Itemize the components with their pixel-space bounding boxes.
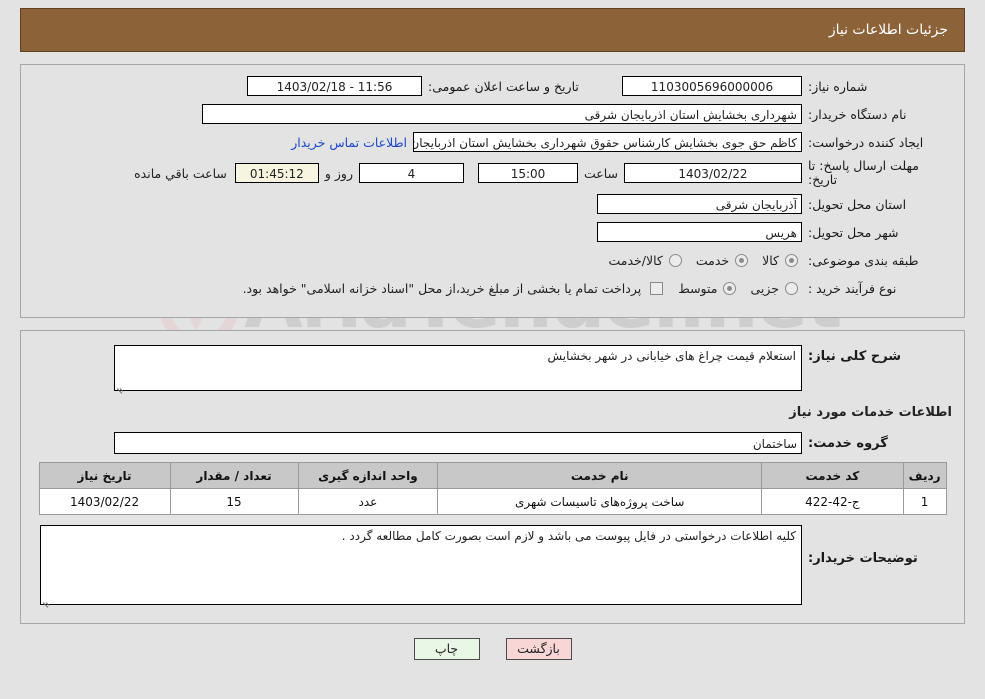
buyer-notes-label: توضیحات خریدار: xyxy=(808,551,918,566)
buyer-org-value: شهرداری بخشایش استان اذربایجان شرقی xyxy=(202,104,802,124)
radio-process-motevaset-label: متوسط xyxy=(678,280,718,296)
need-details-panel: شرح کلی نیاز: استعلام قیمت چراغ های خیاب… xyxy=(20,330,965,624)
row-creator: ایجاد کننده درخواست: کاظم حق جوی بخشایش … xyxy=(33,131,952,153)
back-button[interactable]: بازگشت xyxy=(505,638,572,660)
service-group-label: گروه خدمت: xyxy=(808,435,888,451)
public-announce-value: 11:56 - 1403/02/18 xyxy=(247,76,422,96)
row-buyer-org: نام دستگاه خریدار: شهرداری بخشایش استان … xyxy=(33,103,952,125)
cell-unit: عدد xyxy=(297,488,439,515)
buyer-notes-textarea[interactable]: کلیه اطلاعات درخواستی در فایل پیوست می ب… xyxy=(40,525,802,605)
row-need-number: شماره نیاز: 1103005696000006 تاریخ و ساع… xyxy=(33,75,952,97)
checkbox-islamic-treasury[interactable] xyxy=(650,281,664,295)
col-unit: واحد اندازه گیری xyxy=(297,462,439,489)
need-info-panel: شماره نیاز: 1103005696000006 تاریخ و ساع… xyxy=(20,64,965,318)
general-desc-textarea-wrap: استعلام قیمت چراغ های خیابانی در شهر بخش… xyxy=(114,345,802,394)
province-value: آذربایجان شرقی xyxy=(597,194,802,214)
table-header-row: ردیف کد خدمت نام خدمت واحد اندازه گیری ت… xyxy=(38,462,947,489)
radio-process-jozei-label: جزیی xyxy=(750,280,779,296)
row-general-description: شرح کلی نیاز: استعلام قیمت چراغ های خیاب… xyxy=(33,345,952,394)
row-buyer-notes: توضیحات خریدار: کلیه اطلاعات درخواستی در… xyxy=(33,525,952,608)
row-category: طبقه بندی موضوعی: کالا خدمت کالا/خدمت xyxy=(33,249,952,271)
row-deadline: مهلت ارسال پاسخ: تا تاریخ: 1403/02/22 سا… xyxy=(33,159,952,187)
radio-category-kala-khedmat-label: کالا/خدمت xyxy=(608,252,663,268)
table-row: 1 ج-42-422 ساخت پروژه‌های تاسیسات شهری ع… xyxy=(38,488,947,515)
province-label: استان محل تحویل: xyxy=(808,196,907,212)
radio-category-khedmat-label: خدمت xyxy=(695,252,730,268)
cell-quantity: 15 xyxy=(169,488,299,515)
category-label: طبقه بندی موضوعی: xyxy=(808,252,919,268)
services-table: ردیف کد خدمت نام خدمت واحد اندازه گیری ت… xyxy=(38,462,947,515)
col-radif: ردیف xyxy=(902,462,947,489)
radio-category-kala-label: کالا xyxy=(762,252,779,268)
general-desc-label: شرح کلی نیاز: xyxy=(808,349,902,364)
buyer-contact-link[interactable]: اطلاعات تماس خریدار xyxy=(285,135,413,150)
col-code: کد خدمت xyxy=(761,462,904,489)
row-service-group: گروه خدمت: ساختمان xyxy=(33,432,952,454)
city-label: شهر محل تحویل: xyxy=(808,224,899,240)
buyer-org-label: نام دستگاه خریدار: xyxy=(808,106,907,122)
col-name: نام خدمت xyxy=(437,462,763,489)
radio-process-motevaset[interactable] xyxy=(723,281,737,295)
deadline-label: مهلت ارسال پاسخ: تا تاریخ: xyxy=(808,158,919,187)
radio-category-kala[interactable] xyxy=(785,253,798,267)
days-remaining-value: 4 xyxy=(358,163,464,183)
city-value: هریس xyxy=(597,222,802,242)
hour-label: ساعت xyxy=(583,165,618,181)
cell-radif: 1 xyxy=(902,488,947,515)
row-process-type: نوع فرآیند خرید : جزیی متوسط پرداخت تمام… xyxy=(33,277,952,299)
cell-name: ساخت پروژه‌های تاسیسات شهری xyxy=(437,488,763,515)
page-title: جزئیات اطلاعات نیاز xyxy=(828,22,948,38)
cell-date: 1403/02/22 xyxy=(38,488,171,515)
need-number-label: شماره نیاز: xyxy=(808,78,868,94)
col-date: تاریخ نیاز xyxy=(38,462,171,489)
radio-category-kala-khedmat[interactable] xyxy=(668,253,682,267)
days-label: روز و xyxy=(324,165,353,181)
radio-process-jozei[interactable] xyxy=(785,281,798,295)
process-label: نوع فرآیند خرید : xyxy=(808,280,897,296)
row-province: استان محل تحویل: آذربایجان شرقی xyxy=(33,193,952,215)
treasury-note-label: پرداخت تمام یا بخشی از مبلغ خرید،از محل … xyxy=(242,280,642,296)
row-city: شهر محل تحویل: هریس xyxy=(33,221,952,243)
page-titlebar: جزئیات اطلاعات نیاز xyxy=(20,8,965,52)
creator-label: ایجاد کننده درخواست: xyxy=(808,134,924,150)
general-desc-textarea[interactable]: استعلام قیمت چراغ های خیابانی در شهر بخش… xyxy=(114,345,802,391)
cell-code: ج-42-422 xyxy=(761,488,904,515)
deadline-time-value: 15:00 xyxy=(477,163,578,183)
need-number-value: 1103005696000006 xyxy=(622,76,802,96)
footer-button-bar: بازگشت چاپ xyxy=(0,638,985,660)
creator-value: کاظم حق جوی بخشایش کارشناس حقوق شهرداری … xyxy=(413,132,802,152)
col-quantity: تعداد / مقدار xyxy=(169,462,299,489)
countdown-timer: 01:45:12 xyxy=(234,163,319,183)
print-button[interactable]: چاپ xyxy=(413,638,480,660)
services-section-title: اطلاعات خدمات مورد نیاز xyxy=(789,405,952,420)
buyer-notes-textarea-wrap: کلیه اطلاعات درخواستی در فایل پیوست می ب… xyxy=(40,525,802,608)
public-announce-label: تاریخ و ساعت اعلان عمومی: xyxy=(428,78,579,94)
service-group-value: ساختمان xyxy=(114,432,802,454)
remaining-suffix-label: ساعت باقي مانده xyxy=(134,165,227,181)
deadline-date-value: 1403/02/22 xyxy=(624,163,802,183)
radio-category-khedmat[interactable] xyxy=(735,253,749,267)
